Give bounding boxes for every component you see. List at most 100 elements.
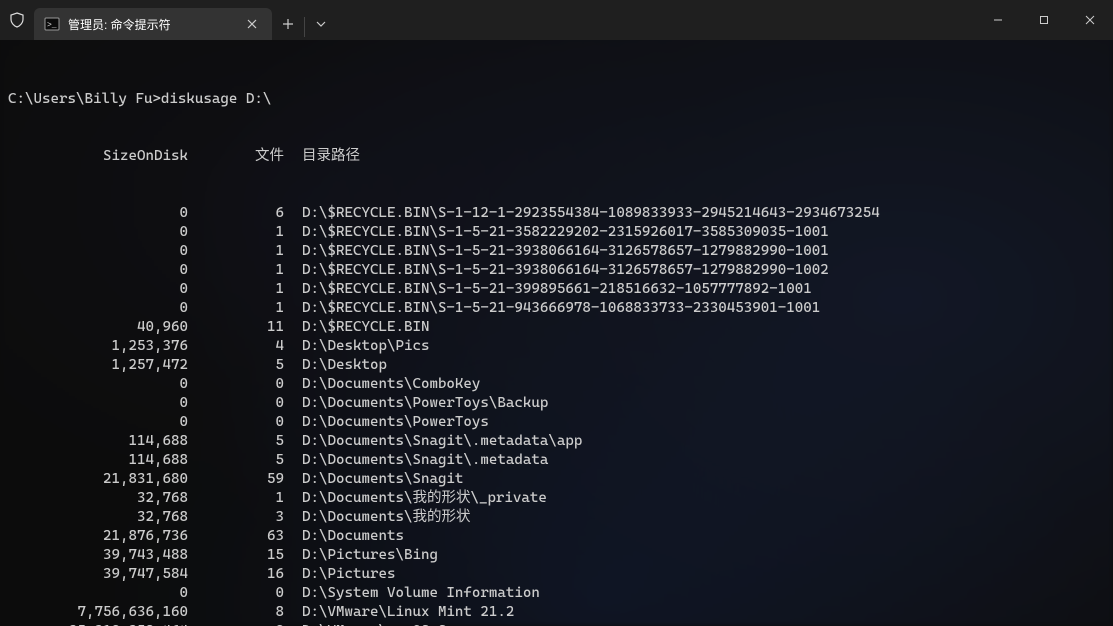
output-row: 1,257,4725D:\Desktop (8, 356, 1105, 375)
cell-files: 1 (188, 489, 284, 508)
cell-files: 5 (188, 451, 284, 470)
header-size: SizeOnDisk (8, 147, 188, 166)
cell-size: 39,743,488 (8, 546, 188, 565)
header-path: 目录路径 (284, 147, 360, 166)
cell-size: 0 (8, 394, 188, 413)
prompt-line: C:\Users\Billy Fu>diskusage D:\ (8, 90, 1105, 109)
output-row: 39,747,58416D:\Pictures (8, 565, 1105, 584)
window-maximize-button[interactable] (1021, 0, 1067, 40)
cell-size: 0 (8, 584, 188, 603)
cell-files: 1 (188, 280, 284, 299)
cell-path: D:\Desktop\Pics (284, 337, 429, 356)
cell-size: 0 (8, 223, 188, 242)
cell-files: 11 (188, 318, 284, 337)
cell-files: 63 (188, 527, 284, 546)
output-row: 25,319,358,4649D:\VMware\macOS Sonoma (8, 622, 1105, 626)
cell-files: 6 (188, 204, 284, 223)
cell-files: 1 (188, 223, 284, 242)
plus-icon (282, 18, 294, 30)
cell-path: D:\System Volume Information (284, 584, 540, 603)
output-row: 32,7683D:\Documents\我的形状 (8, 508, 1105, 527)
output-row: 00D:\Documents\ComboKey (8, 375, 1105, 394)
cell-size: 0 (8, 413, 188, 432)
cell-path: D:\Documents\PowerToys (284, 413, 489, 432)
cell-size: 114,688 (8, 432, 188, 451)
cell-size: 40,960 (8, 318, 188, 337)
cell-path: D:\Documents\ComboKey (284, 375, 480, 394)
output-row: 114,6885D:\Documents\Snagit\.metadata\ap… (8, 432, 1105, 451)
minimize-icon (993, 15, 1003, 25)
cell-files: 0 (188, 375, 284, 394)
cell-files: 5 (188, 432, 284, 451)
header-row: SizeOnDisk文件目录路径 (8, 147, 1105, 166)
cell-path: D:\Documents\我的形状\_private (284, 489, 547, 508)
output-row: 01D:\$RECYCLE.BIN\S-1-5-21-3938066164-31… (8, 242, 1105, 261)
tab-cmd-admin[interactable]: >_ 管理员: 命令提示符 (34, 8, 272, 40)
output-row: 01D:\$RECYCLE.BIN\S-1-5-21-3938066164-31… (8, 261, 1105, 280)
cell-files: 1 (188, 299, 284, 318)
cell-size: 0 (8, 280, 188, 299)
cell-size: 32,768 (8, 508, 188, 527)
cell-size: 114,688 (8, 451, 188, 470)
cell-files: 59 (188, 470, 284, 489)
cell-files: 3 (188, 508, 284, 527)
cell-size: 0 (8, 242, 188, 261)
titlebar: >_ 管理员: 命令提示符 (0, 0, 1113, 40)
output-row: 00D:\System Volume Information (8, 584, 1105, 603)
svg-text:>_: >_ (47, 21, 57, 30)
output-row: 114,6885D:\Documents\Snagit\.metadata (8, 451, 1105, 470)
cell-files: 0 (188, 584, 284, 603)
cell-files: 5 (188, 356, 284, 375)
cell-path: D:\$RECYCLE.BIN\S-1-5-21-3938066164-3126… (284, 242, 829, 261)
cell-path: D:\$RECYCLE.BIN\S-1-12-1-2923554384-1089… (284, 204, 880, 223)
cell-files: 15 (188, 546, 284, 565)
cell-files: 16 (188, 565, 284, 584)
cell-size: 25,319,358,464 (8, 622, 188, 626)
output-row: 1,253,3764D:\Desktop\Pics (8, 337, 1105, 356)
cell-size: 32,768 (8, 489, 188, 508)
cell-size: 1,253,376 (8, 337, 188, 356)
cell-path: D:\$RECYCLE.BIN\S-1-5-21-3582229202-2315… (284, 223, 829, 242)
window-minimize-button[interactable] (975, 0, 1021, 40)
cell-files: 4 (188, 337, 284, 356)
cell-size: 0 (8, 375, 188, 394)
cell-size: 21,876,736 (8, 527, 188, 546)
cell-path: D:\$RECYCLE.BIN (284, 318, 429, 337)
cell-size: 1,257,472 (8, 356, 188, 375)
header-files: 文件 (188, 147, 284, 166)
output-row: 06D:\$RECYCLE.BIN\S-1-12-1-2923554384-10… (8, 204, 1105, 223)
cell-files: 9 (188, 622, 284, 626)
new-tab-button[interactable] (272, 8, 304, 40)
cell-files: 0 (188, 413, 284, 432)
output-row: 32,7681D:\Documents\我的形状\_private (8, 489, 1105, 508)
cell-size: 0 (8, 261, 188, 280)
cell-path: D:\Desktop (284, 356, 387, 375)
cell-path: D:\Documents (284, 527, 404, 546)
cell-path: D:\VMware\Linux Mint 21.2 (284, 603, 514, 622)
tab-dropdown-button[interactable] (305, 8, 337, 40)
output-row: 21,876,73663D:\Documents (8, 527, 1105, 546)
terminal-output[interactable]: C:\Users\Billy Fu>diskusage D:\ SizeOnDi… (0, 40, 1113, 626)
cell-files: 1 (188, 242, 284, 261)
cell-path: D:\Pictures\Bing (284, 546, 438, 565)
shield-icon (0, 0, 34, 40)
cell-files: 8 (188, 603, 284, 622)
cell-path: D:\Documents\Snagit\.metadata (284, 451, 548, 470)
tab-close-button[interactable] (240, 12, 264, 36)
cell-path: D:\Pictures (284, 565, 395, 584)
cell-path: D:\$RECYCLE.BIN\S-1-5-21-943666978-10688… (284, 299, 820, 318)
cell-size: 0 (8, 204, 188, 223)
window-close-button[interactable] (1067, 0, 1113, 40)
cmd-icon: >_ (44, 16, 60, 32)
maximize-icon (1039, 15, 1049, 25)
close-icon (247, 19, 257, 29)
output-row: 01D:\$RECYCLE.BIN\S-1-5-21-943666978-106… (8, 299, 1105, 318)
output-row: 00D:\Documents\PowerToys (8, 413, 1105, 432)
tab-title: 管理员: 命令提示符 (68, 16, 232, 33)
output-row: 40,96011D:\$RECYCLE.BIN (8, 318, 1105, 337)
close-icon (1085, 15, 1095, 25)
output-row: 21,831,68059D:\Documents\Snagit (8, 470, 1105, 489)
cell-size: 21,831,680 (8, 470, 188, 489)
cell-size: 7,756,636,160 (8, 603, 188, 622)
cell-size: 39,747,584 (8, 565, 188, 584)
